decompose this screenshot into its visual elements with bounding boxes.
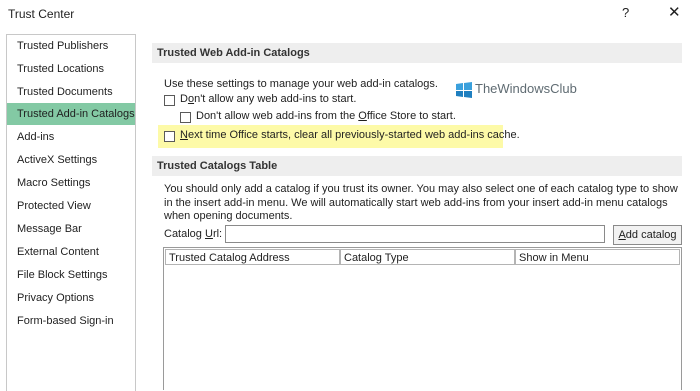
- sidebar-item-external-content[interactable]: External Content: [7, 241, 135, 263]
- sidebar-item-protected-view[interactable]: Protected View: [7, 195, 135, 217]
- catalog-url-input[interactable]: [225, 225, 605, 243]
- dont-allow-office-store-checkbox[interactable]: [180, 112, 191, 123]
- trusted-catalogs-table[interactable]: Trusted Catalog Address Catalog Type Sho…: [163, 247, 682, 390]
- windows-club-logo-icon: [456, 82, 472, 98]
- sidebar-item-form-based-sign-in[interactable]: Form-based Sign-in: [7, 310, 135, 332]
- web-catalogs-description: Use these settings to manage your web ad…: [164, 78, 438, 90]
- clear-cache-checkbox[interactable]: [164, 131, 175, 142]
- clear-cache-label[interactable]: Next time Office starts, clear all previ…: [180, 129, 520, 141]
- sidebar-item-trusted-publishers[interactable]: Trusted Publishers: [7, 35, 135, 57]
- dont-allow-office-store-label[interactable]: Don't allow web add-ins from the Office …: [196, 110, 456, 122]
- column-header-catalog-type[interactable]: Catalog Type: [340, 249, 515, 265]
- catalogs-table-heading: Trusted Catalogs Table: [152, 156, 682, 176]
- column-header-catalog-address[interactable]: Trusted Catalog Address: [165, 249, 340, 265]
- sidebar-item-privacy-options[interactable]: Privacy Options: [7, 287, 135, 309]
- help-button[interactable]: ?: [622, 5, 629, 20]
- web-catalogs-heading: Trusted Web Add-in Catalogs: [152, 43, 682, 63]
- sidebar-item-activex-settings[interactable]: ActiveX Settings: [7, 149, 135, 171]
- sidebar-item-macro-settings[interactable]: Macro Settings: [7, 172, 135, 194]
- catalogs-info-text: You should only add a catalog if you tru…: [164, 183, 678, 222]
- column-header-show-in-menu[interactable]: Show in Menu: [515, 249, 680, 265]
- window-title: Trust Center: [8, 7, 75, 21]
- sidebar-item-trusted-locations[interactable]: Trusted Locations: [7, 58, 135, 80]
- sidebar-item-message-bar[interactable]: Message Bar: [7, 218, 135, 240]
- watermark-text: TheWindowsClub: [475, 81, 577, 96]
- sidebar-item-file-block-settings[interactable]: File Block Settings: [7, 264, 135, 286]
- dont-allow-web-add-ins-label[interactable]: Don't allow any web add-ins to start.: [180, 93, 356, 105]
- close-button[interactable]: ✕: [668, 3, 681, 21]
- sidebar-nav: Trusted Publishers Trusted Locations Tru…: [6, 34, 136, 391]
- sidebar-item-trusted-add-in-catalogs[interactable]: Trusted Add-in Catalogs: [7, 103, 135, 125]
- dont-allow-web-add-ins-checkbox[interactable]: [164, 95, 175, 106]
- add-catalog-button[interactable]: Add catalog: [613, 225, 682, 245]
- title-bar: Trust Center ? ✕: [0, 0, 700, 28]
- sidebar-item-add-ins[interactable]: Add-ins: [7, 126, 135, 148]
- catalog-url-label: Catalog Url:: [164, 228, 223, 240]
- sidebar-item-trusted-documents[interactable]: Trusted Documents: [7, 81, 135, 103]
- watermark: TheWindowsClub: [456, 79, 621, 101]
